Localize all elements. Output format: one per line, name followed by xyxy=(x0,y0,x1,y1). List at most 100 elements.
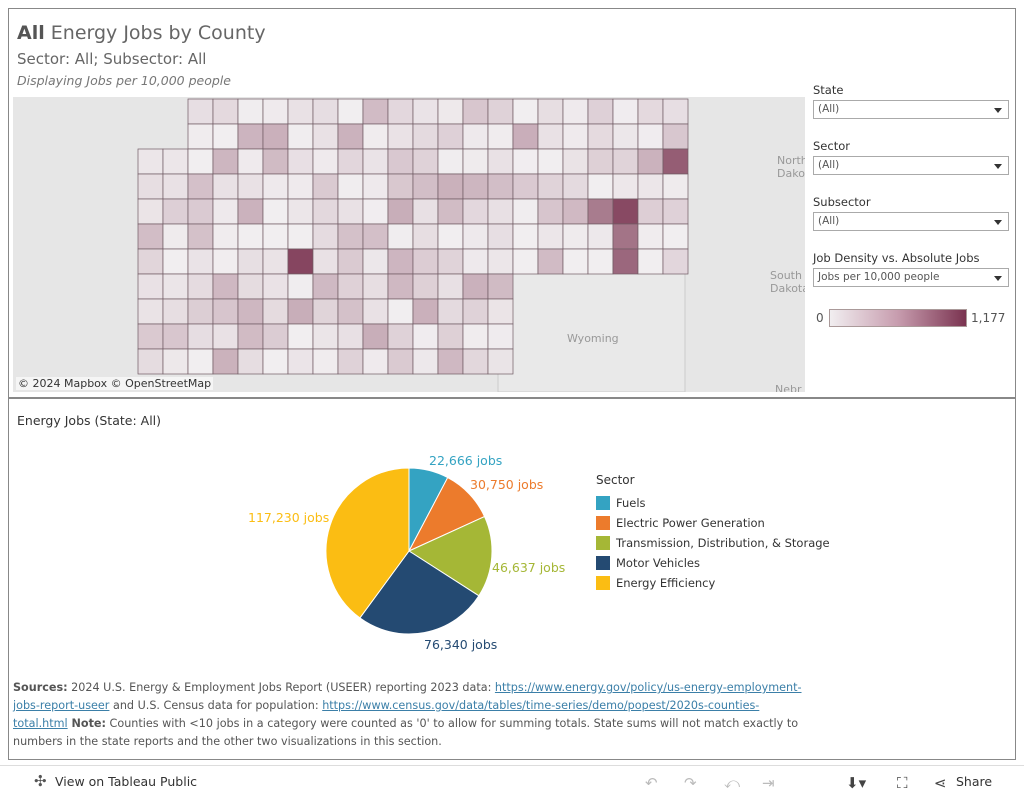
county-shape[interactable] xyxy=(137,248,164,275)
county-shape[interactable] xyxy=(337,148,364,175)
county-shape[interactable] xyxy=(487,298,514,325)
county-shape[interactable] xyxy=(237,123,264,150)
county-shape[interactable] xyxy=(212,273,239,300)
county-shape[interactable] xyxy=(262,148,289,175)
county-shape[interactable] xyxy=(587,248,614,275)
county-shape[interactable] xyxy=(337,98,364,125)
county-shape[interactable] xyxy=(337,273,364,300)
county-shape[interactable] xyxy=(637,98,664,125)
county-shape[interactable] xyxy=(487,323,514,350)
county-shape[interactable] xyxy=(312,323,339,350)
county-shape[interactable] xyxy=(287,198,314,225)
county-shape[interactable] xyxy=(612,248,639,275)
county-shape[interactable] xyxy=(387,98,414,125)
county-shape[interactable] xyxy=(187,323,214,350)
county-shape[interactable] xyxy=(237,223,264,250)
county-shape[interactable] xyxy=(612,223,639,250)
county-shape[interactable] xyxy=(487,248,514,275)
county-shape[interactable] xyxy=(662,173,689,200)
state-dropdown[interactable]: (All) xyxy=(813,100,1009,119)
county-shape[interactable] xyxy=(587,223,614,250)
county-shape[interactable] xyxy=(462,273,489,300)
county-shape[interactable] xyxy=(262,323,289,350)
county-shape[interactable] xyxy=(437,173,464,200)
county-shape[interactable] xyxy=(312,273,339,300)
county-shape[interactable] xyxy=(412,98,439,125)
county-shape[interactable] xyxy=(262,173,289,200)
legend-item[interactable]: Energy Efficiency xyxy=(596,573,830,593)
county-shape[interactable] xyxy=(362,273,389,300)
legend-item[interactable]: Transmission, Distribution, & Storage xyxy=(596,533,830,553)
county-shape[interactable] xyxy=(187,198,214,225)
county-shape[interactable] xyxy=(387,173,414,200)
county-shape[interactable] xyxy=(362,223,389,250)
county-shape[interactable] xyxy=(412,123,439,150)
county-shape[interactable] xyxy=(637,223,664,250)
county-shape[interactable] xyxy=(312,348,339,375)
county-shape[interactable] xyxy=(362,198,389,225)
county-shape[interactable] xyxy=(237,148,264,175)
county-shape[interactable] xyxy=(587,123,614,150)
county-shape[interactable] xyxy=(537,123,564,150)
map-attribution[interactable]: © 2024 Mapbox © OpenStreetMap xyxy=(16,377,214,390)
county-shape[interactable] xyxy=(537,98,564,125)
county-shape[interactable] xyxy=(237,198,264,225)
county-shape[interactable] xyxy=(237,248,264,275)
county-shape[interactable] xyxy=(162,298,189,325)
sector-dropdown[interactable]: (All) xyxy=(813,156,1009,175)
county-shape[interactable] xyxy=(137,348,164,375)
county-shape[interactable] xyxy=(462,323,489,350)
county-shape[interactable] xyxy=(187,123,214,150)
county-shape[interactable] xyxy=(537,148,564,175)
legend-item[interactable]: Motor Vehicles xyxy=(596,553,830,573)
county-shape[interactable] xyxy=(162,198,189,225)
county-shape[interactable] xyxy=(662,148,689,175)
county-shape[interactable] xyxy=(312,198,339,225)
county-shape[interactable] xyxy=(162,248,189,275)
county-shape[interactable] xyxy=(337,198,364,225)
county-shape[interactable] xyxy=(662,223,689,250)
county-shape[interactable] xyxy=(512,98,539,125)
county-shape[interactable] xyxy=(512,148,539,175)
county-shape[interactable] xyxy=(537,173,564,200)
county-shape[interactable] xyxy=(412,273,439,300)
county-shape[interactable] xyxy=(662,98,689,125)
county-shape[interactable] xyxy=(512,173,539,200)
county-shape[interactable] xyxy=(237,273,264,300)
county-shape[interactable] xyxy=(537,198,564,225)
county-shape[interactable] xyxy=(212,98,239,125)
legend-item[interactable]: Electric Power Generation xyxy=(596,513,830,533)
county-shape[interactable] xyxy=(387,223,414,250)
county-shape[interactable] xyxy=(162,223,189,250)
county-shape[interactable] xyxy=(487,223,514,250)
county-shape[interactable] xyxy=(587,98,614,125)
county-shape[interactable] xyxy=(412,198,439,225)
county-shape[interactable] xyxy=(462,223,489,250)
county-shape[interactable] xyxy=(337,298,364,325)
undo-icon[interactable]: ↶ xyxy=(645,774,658,792)
county-shape[interactable] xyxy=(387,198,414,225)
county-shape[interactable] xyxy=(162,173,189,200)
county-shape[interactable] xyxy=(337,173,364,200)
subsector-dropdown[interactable]: (All) xyxy=(813,212,1009,231)
county-shape[interactable] xyxy=(637,148,664,175)
county-shape[interactable] xyxy=(612,123,639,150)
county-shape[interactable] xyxy=(262,298,289,325)
county-shape[interactable] xyxy=(137,298,164,325)
county-shape[interactable] xyxy=(437,348,464,375)
county-shape[interactable] xyxy=(362,98,389,125)
county-shape[interactable] xyxy=(412,223,439,250)
county-shape[interactable] xyxy=(462,348,489,375)
county-shape[interactable] xyxy=(162,348,189,375)
county-shape[interactable] xyxy=(287,98,314,125)
county-shape[interactable] xyxy=(637,173,664,200)
county-shape[interactable] xyxy=(187,248,214,275)
county-shape[interactable] xyxy=(212,123,239,150)
county-shape[interactable] xyxy=(487,273,514,300)
county-shape[interactable] xyxy=(362,123,389,150)
county-shape[interactable] xyxy=(362,323,389,350)
county-shape[interactable] xyxy=(537,223,564,250)
county-shape[interactable] xyxy=(237,348,264,375)
county-shape[interactable] xyxy=(387,323,414,350)
county-shape[interactable] xyxy=(362,348,389,375)
